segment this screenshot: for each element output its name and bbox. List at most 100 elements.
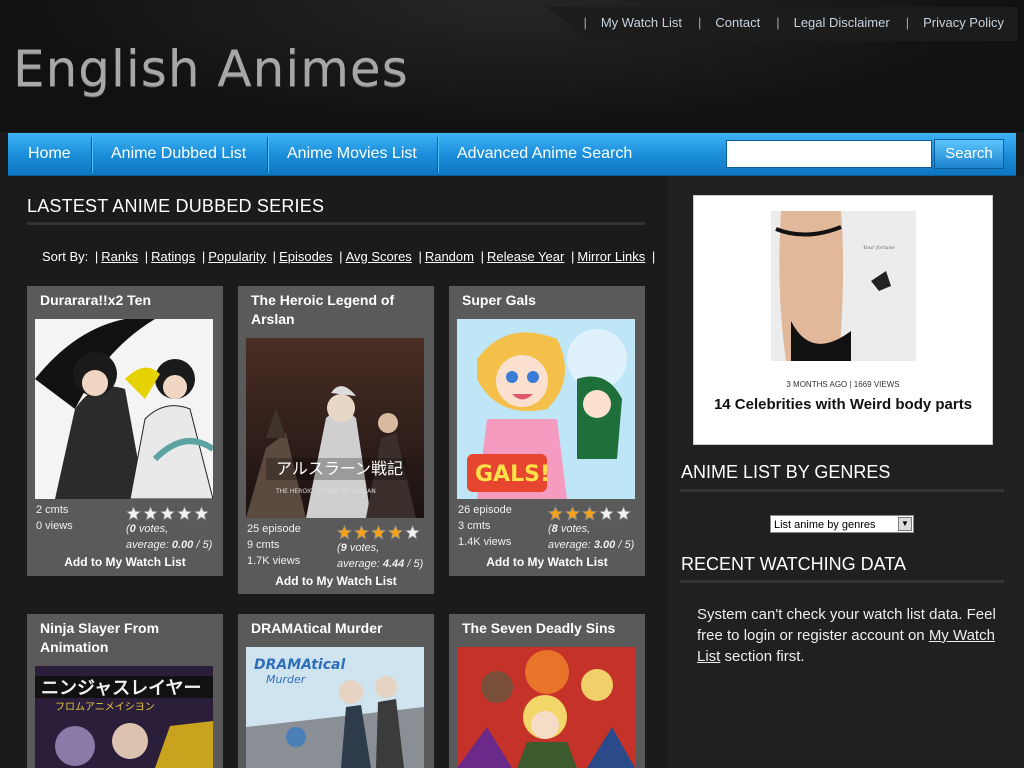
anime-title[interactable]: Durarara!!x2 Ten <box>40 291 216 310</box>
add-to-watch-list[interactable]: Add to My Watch List <box>27 555 223 569</box>
anime-views: 1.4K views <box>458 536 512 548</box>
anime-thumbnail[interactable]: DRAMAtical Murder <box>246 647 424 768</box>
nav-home[interactable]: Home <box>28 133 71 175</box>
anime-thumbnail[interactable] <box>457 647 635 768</box>
ad-headline[interactable]: 14 Celebrities with Weird body parts <box>694 396 992 413</box>
sort-release-year[interactable]: Release Year <box>487 249 564 264</box>
ad-meta: 3 MONTHS AGO | 1669 VIEWS <box>786 380 900 389</box>
star-icon[interactable] <box>582 506 597 521</box>
genre-select[interactable]: List anime by genres ▼ <box>770 515 914 533</box>
star-icon[interactable] <box>599 506 614 521</box>
anime-episodes: 26 episode <box>458 504 512 516</box>
section-title: LASTEST ANIME DUBBED SERIES <box>27 196 325 216</box>
chevron-down-icon[interactable]: ▼ <box>898 517 912 531</box>
site-logo[interactable]: English Animes <box>13 40 409 98</box>
star-icon[interactable] <box>337 525 352 540</box>
star-icon[interactable] <box>565 506 580 521</box>
recent-title: RECENT WATCHING DATA <box>681 554 906 574</box>
add-to-watch-list[interactable]: Add to My Watch List <box>449 555 645 569</box>
recent-rule <box>680 580 1004 583</box>
average-label: average: <box>548 539 591 551</box>
anime-title[interactable]: The Seven Deadly Sins <box>462 619 638 638</box>
sort-ranks[interactable]: Ranks <box>101 249 138 264</box>
votes-label: votes, <box>138 523 169 535</box>
star-rating[interactable] <box>126 506 212 521</box>
sort-bar: Sort By: | Ranks | Ratings | Popularity | Ep… <box>42 249 656 264</box>
star-icon[interactable] <box>143 506 158 521</box>
vote-count: 9 <box>340 542 347 554</box>
anime-comments: 2 cmts <box>36 504 69 516</box>
star-rating[interactable] <box>548 506 634 521</box>
genres-rule <box>680 489 1004 492</box>
anime-thumbnail[interactable]: GALS! <box>457 319 635 499</box>
average-score: 3.00 <box>593 539 616 551</box>
anime-card[interactable]: DRAMAtical Murder DRAMAtical Murder <box>238 614 434 768</box>
star-icon[interactable] <box>388 525 403 540</box>
toplink-contact[interactable]: Contact <box>715 15 760 30</box>
out-of: / 5 <box>407 558 420 570</box>
svg-text:Your fortune: Your fortune <box>863 245 895 251</box>
vote-count: 8 <box>551 523 558 535</box>
nav-anime-dubbed-list[interactable]: Anime Dubbed List <box>111 133 246 175</box>
search-button[interactable]: Search <box>934 139 1004 169</box>
star-icon[interactable] <box>548 506 563 521</box>
out-of: / 5 <box>618 539 631 551</box>
svg-text:THE HEROIC LEGEND OF ARSLAN: THE HEROIC LEGEND OF ARSLAN <box>275 488 376 495</box>
svg-text:DRAMAtical: DRAMAtical <box>254 657 345 673</box>
rating-block: (8 votes, average: 3.00 / 5) <box>548 506 634 553</box>
svg-text:フロムアニメイシヨン: フロムアニメイシヨン <box>55 701 155 713</box>
top-links-bar: | My Watch List | Contact | Legal Disclaime… <box>546 7 1018 41</box>
sort-avg-scores[interactable]: Avg Scores <box>346 249 412 264</box>
average-score: 0.00 <box>171 539 194 551</box>
star-icon[interactable] <box>371 525 386 540</box>
anime-thumbnail[interactable]: ニンジャスレイヤー フロムアニメイシヨン <box>35 666 213 768</box>
star-rating[interactable] <box>337 525 423 540</box>
anime-card[interactable]: Ninja Slayer From Animation ニンジャスレイヤー フロ… <box>27 614 223 768</box>
anime-title[interactable]: The Heroic Legend of Arslan <box>251 291 427 329</box>
anime-title[interactable]: Super Gals <box>462 291 638 310</box>
star-icon[interactable] <box>160 506 175 521</box>
toplink-legal-disclaimer[interactable]: Legal Disclaimer <box>794 15 890 30</box>
anime-card[interactable]: The Heroic Legend of Arslan アルスラーン戦記 THE… <box>238 286 434 594</box>
sort-ratings[interactable]: Ratings <box>151 249 195 264</box>
anime-card[interactable]: The Seven Deadly Sins <box>449 614 645 768</box>
anime-views: 1.7K views <box>247 555 301 567</box>
anime-title[interactable]: DRAMAtical Murder <box>251 619 427 638</box>
star-icon[interactable] <box>177 506 192 521</box>
nav-advanced-search[interactable]: Advanced Anime Search <box>457 133 632 175</box>
search-input[interactable] <box>726 140 932 168</box>
average-label: average: <box>126 539 169 551</box>
anime-thumbnail[interactable]: アルスラーン戦記 THE HEROIC LEGEND OF ARSLAN <box>246 338 424 518</box>
svg-text:GALS!: GALS! <box>475 462 550 487</box>
anime-card[interactable]: Super Gals GALS! 26 episode 3 cmts 1.4K … <box>449 286 645 576</box>
nav-anime-movies-list[interactable]: Anime Movies List <box>287 133 417 175</box>
anime-views: 0 views <box>36 520 73 532</box>
toplink-privacy-policy[interactable]: Privacy Policy <box>923 15 1004 30</box>
section-rule <box>27 222 645 225</box>
votes-label: votes, <box>349 542 380 554</box>
ad-image[interactable]: Your fortune <box>771 211 916 361</box>
advertisement[interactable]: Your fortune 3 MONTHS AGO | 1669 VIEWS 1… <box>693 195 993 445</box>
sort-episodes[interactable]: Episodes <box>279 249 332 264</box>
add-to-watch-list[interactable]: Add to My Watch List <box>238 574 434 588</box>
sort-random[interactable]: Random <box>425 249 474 264</box>
anime-card[interactable]: Durarara!!x2 Ten 2 cmts 0 views (0 votes… <box>27 286 223 576</box>
sort-popularity[interactable]: Popularity <box>208 249 266 264</box>
genre-select-value: List anime by genres <box>774 519 876 531</box>
anime-comments: 9 cmts <box>247 539 280 551</box>
star-icon[interactable] <box>126 506 141 521</box>
star-icon[interactable] <box>194 506 209 521</box>
star-icon[interactable] <box>405 525 420 540</box>
out-of: / 5 <box>196 539 209 551</box>
anime-title[interactable]: Ninja Slayer From Animation <box>40 619 216 657</box>
anime-thumbnail[interactable] <box>35 319 213 499</box>
sort-mirror-links[interactable]: Mirror Links <box>577 249 645 264</box>
genres-title: ANIME LIST BY GENRES <box>681 462 891 482</box>
main-nav: Home Anime Dubbed List Anime Movies List… <box>8 133 1016 176</box>
star-icon[interactable] <box>354 525 369 540</box>
star-icon[interactable] <box>616 506 631 521</box>
rating-block: (9 votes, average: 4.44 / 5) <box>337 525 423 572</box>
toplink-my-watch-list[interactable]: My Watch List <box>601 15 682 30</box>
svg-text:Murder: Murder <box>266 673 307 686</box>
nav-divider <box>91 137 92 173</box>
